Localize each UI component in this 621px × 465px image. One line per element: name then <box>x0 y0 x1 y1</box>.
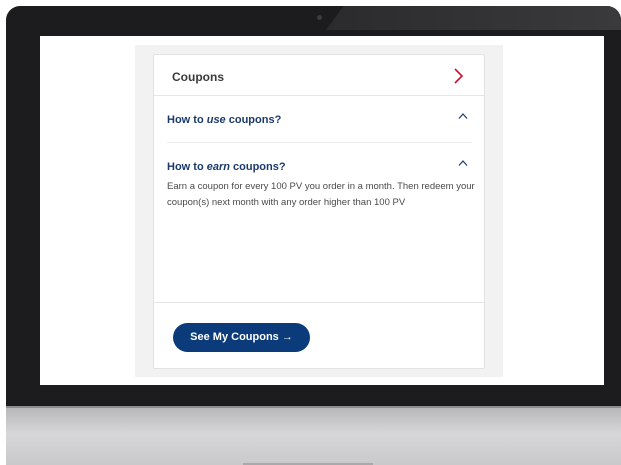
chevron-right-icon[interactable] <box>450 67 466 85</box>
faq-item-use[interactable]: How to use coupons? <box>167 110 472 126</box>
monitor-chin <box>6 406 621 465</box>
card-title: Coupons <box>172 70 224 84</box>
faq-answer: Earn a coupon for every 100 PV you order… <box>167 181 475 208</box>
faq-question: How to use coupons? <box>167 114 282 126</box>
faq-item-earn[interactable]: How to earn coupons? <box>167 157 472 173</box>
chevron-up-icon[interactable] <box>458 159 468 167</box>
camera-icon <box>317 15 322 20</box>
card-header[interactable]: Coupons <box>154 55 484 96</box>
see-my-coupons-button[interactable]: See My Coupons → <box>173 323 310 352</box>
footer-divider <box>154 302 484 303</box>
monitor-frame: Coupons How to use coupons? How to earn … <box>6 6 621 406</box>
faq-divider <box>167 142 472 143</box>
bezel-reflection <box>326 6 621 30</box>
faq-question: How to earn coupons? <box>167 161 286 173</box>
chevron-up-icon[interactable] <box>458 112 468 120</box>
coupons-card: Coupons How to use coupons? How to earn … <box>153 54 485 369</box>
screen: Coupons How to use coupons? How to earn … <box>40 36 604 385</box>
